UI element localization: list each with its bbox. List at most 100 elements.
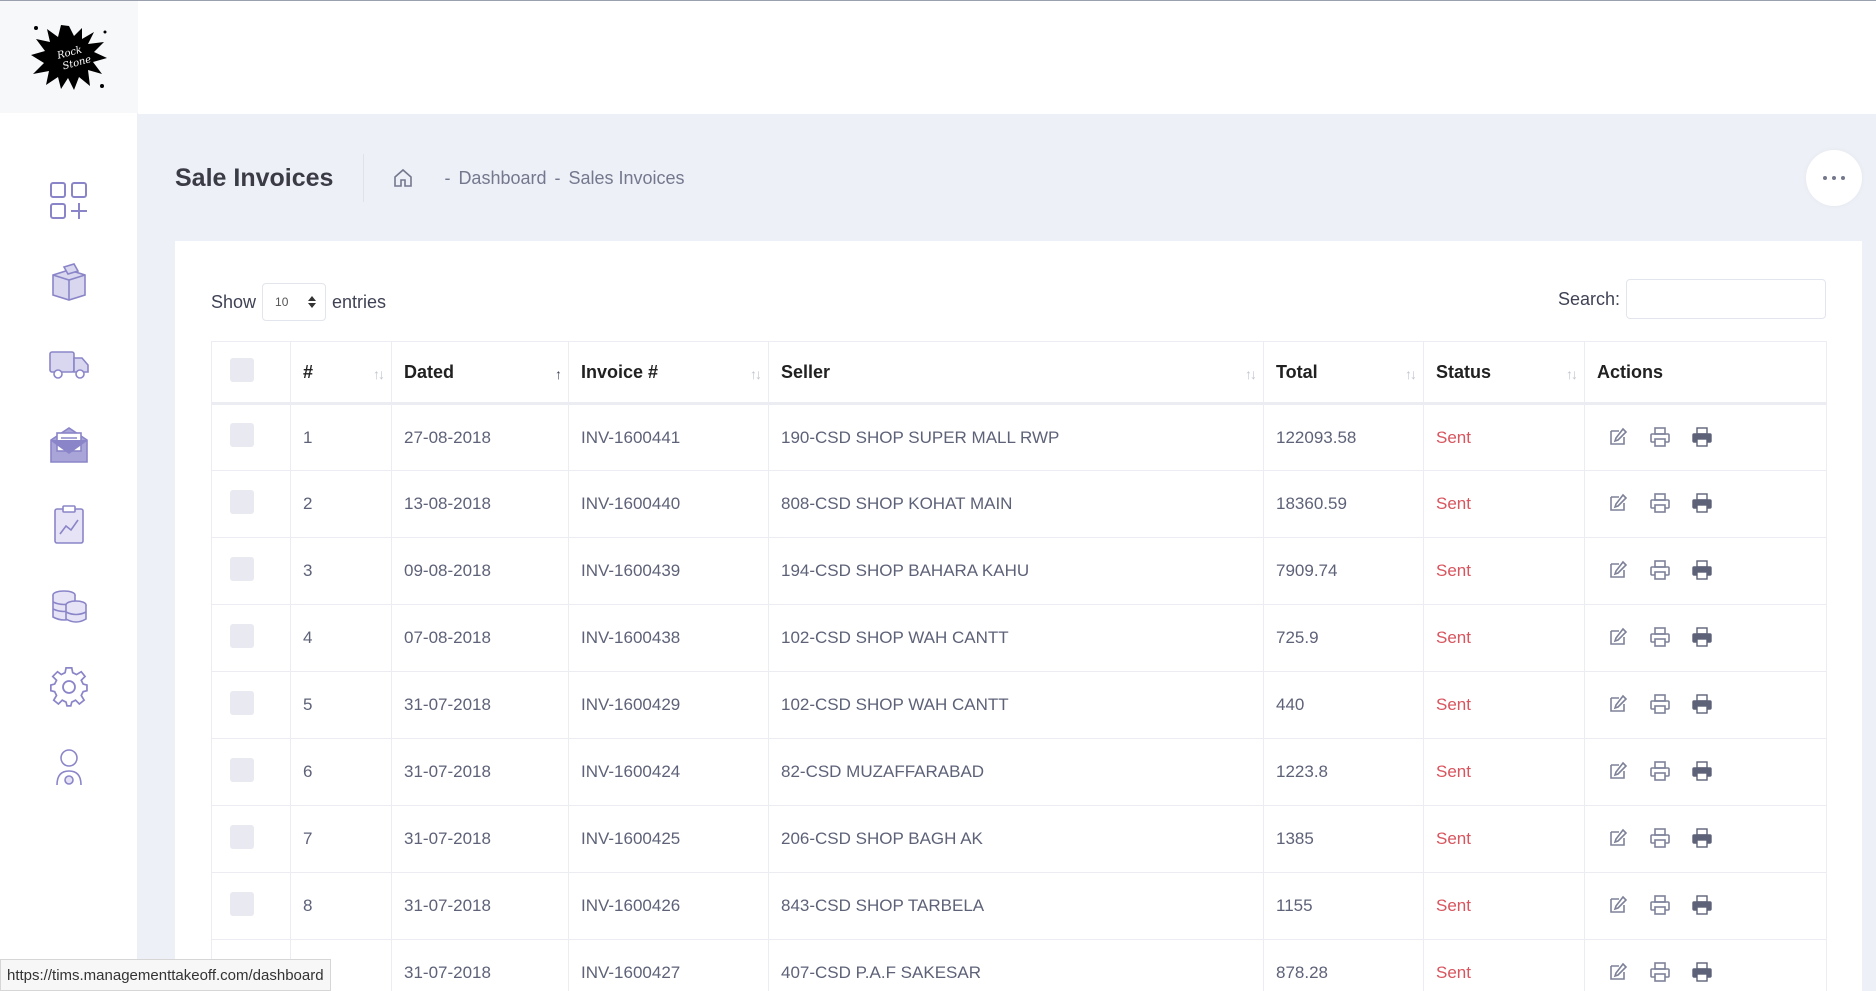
row-invoice-number: INV-1600426	[568, 872, 769, 940]
row-actions	[1585, 739, 1827, 806]
edit-icon[interactable]	[1607, 894, 1631, 918]
column-header-number[interactable]: # ↑↓	[290, 341, 392, 404]
table-row: 2 13-08-2018 INV-1600440 808-CSD SHOP KOHAT…	[211, 470, 1827, 538]
print-icon[interactable]	[1649, 559, 1673, 583]
status-badge: Sent	[1423, 738, 1585, 806]
edit-icon[interactable]	[1607, 492, 1631, 516]
row-checkbox[interactable]	[230, 623, 254, 648]
search-label: Search:	[1557, 288, 1620, 309]
column-header-label: Seller	[781, 361, 831, 382]
print-filled-icon[interactable]	[1691, 559, 1715, 583]
sidebar: Rock Stone	[0, 0, 138, 991]
column-header-status[interactable]: Status ↑↓	[1423, 341, 1585, 404]
row-total: 7909.74	[1263, 537, 1424, 605]
row-invoice-number: INV-1600427	[568, 939, 769, 991]
print-filled-icon[interactable]	[1691, 626, 1715, 650]
sidebar-item-finance[interactable]	[0, 565, 138, 646]
print-filled-icon[interactable]	[1691, 760, 1715, 784]
edit-icon[interactable]	[1607, 426, 1631, 450]
row-seller: 194-CSD SHOP BAHARA KAHU	[768, 537, 1264, 605]
print-icon[interactable]	[1649, 426, 1673, 450]
select-all-checkbox[interactable]	[230, 357, 254, 382]
print-filled-icon[interactable]	[1691, 693, 1715, 717]
row-actions	[1585, 806, 1827, 873]
row-checkbox[interactable]	[230, 891, 254, 916]
row-select-cell	[211, 872, 291, 940]
row-number: 8	[290, 872, 392, 940]
print-filled-icon[interactable]	[1691, 827, 1715, 851]
row-seller: 102-CSD SHOP WAH CANTT	[768, 671, 1264, 739]
sidebar-nav	[0, 160, 138, 808]
table-row: 8 31-07-2018 INV-1600426 843-CSD SHOP TARBE…	[211, 872, 1827, 940]
row-checkbox[interactable]	[230, 757, 254, 782]
row-actions	[1585, 404, 1827, 471]
mail-envelope-icon	[50, 426, 88, 463]
column-header-label: Invoice #	[581, 361, 659, 382]
sidebar-item-messages[interactable]	[0, 403, 138, 484]
column-header-seller[interactable]: Seller ↑↓	[768, 341, 1264, 404]
sidebar-item-products[interactable]	[0, 241, 138, 322]
breadcrumb-dashboard[interactable]: Dashboard	[458, 168, 546, 189]
row-checkbox[interactable]	[230, 489, 254, 514]
row-actions	[1585, 940, 1827, 991]
row-checkbox[interactable]	[230, 556, 254, 581]
row-number: 4	[290, 604, 392, 672]
column-header-label: #	[303, 361, 314, 382]
status-badge: Sent	[1423, 470, 1585, 538]
sidebar-item-reports[interactable]	[0, 484, 138, 565]
row-total: 1155	[1263, 872, 1424, 940]
logo[interactable]: Rock Stone	[0, 0, 138, 113]
print-icon[interactable]	[1649, 693, 1673, 717]
print-filled-icon[interactable]	[1691, 426, 1715, 450]
sort-icon: ↑↓	[1245, 366, 1257, 382]
print-icon[interactable]	[1649, 827, 1673, 851]
print-filled-icon[interactable]	[1691, 894, 1715, 918]
sidebar-item-settings[interactable]	[0, 646, 138, 727]
edit-icon[interactable]	[1607, 559, 1631, 583]
row-checkbox[interactable]	[230, 824, 254, 849]
print-icon[interactable]	[1649, 961, 1673, 985]
divider	[363, 154, 365, 202]
print-icon[interactable]	[1649, 626, 1673, 650]
home-icon[interactable]	[392, 167, 414, 189]
sidebar-item-delivery[interactable]	[0, 322, 138, 403]
edit-icon[interactable]	[1607, 626, 1631, 650]
row-checkbox[interactable]	[230, 690, 254, 715]
print-icon[interactable]	[1649, 760, 1673, 784]
column-header-label: Actions	[1597, 361, 1664, 382]
row-select-cell	[211, 537, 291, 605]
report-clipboard-icon	[54, 504, 84, 544]
row-dated: 31-07-2018	[391, 939, 569, 991]
more-options-button[interactable]	[1806, 150, 1862, 206]
print-icon[interactable]	[1649, 492, 1673, 516]
status-badge: Sent	[1423, 671, 1585, 739]
column-header-actions: Actions	[1585, 342, 1827, 404]
column-header-dated[interactable]: Dated ↑	[391, 341, 569, 404]
column-header-invoice[interactable]: Invoice # ↑↓	[568, 341, 769, 404]
entries-select[interactable]: 10	[262, 283, 327, 321]
print-icon[interactable]	[1649, 894, 1673, 918]
row-select-cell	[211, 470, 291, 538]
edit-icon[interactable]	[1607, 827, 1631, 851]
edit-icon[interactable]	[1607, 760, 1631, 784]
edit-icon[interactable]	[1607, 961, 1631, 985]
breadcrumb: - Dashboard - Sales Invoices	[444, 168, 684, 189]
print-filled-icon[interactable]	[1691, 492, 1715, 516]
row-number: 2	[290, 470, 392, 538]
row-number: 7	[290, 805, 392, 873]
status-badge: Sent	[1423, 872, 1585, 940]
sidebar-item-dashboard[interactable]	[0, 160, 138, 241]
breadcrumb-separator: -	[554, 167, 561, 188]
sidebar-item-user[interactable]	[0, 727, 138, 808]
edit-icon[interactable]	[1607, 693, 1631, 717]
invoices-card: Show 10 entries Search: # ↑↓ Dated ↑ Inv…	[175, 241, 1862, 991]
subheader: Sale Invoices - Dashboard - Sales Invoic…	[175, 150, 1876, 206]
row-select-cell	[211, 738, 291, 806]
row-checkbox[interactable]	[230, 423, 254, 447]
row-seller: 843-CSD SHOP TARBELA	[768, 872, 1264, 940]
column-header-total[interactable]: Total ↑↓	[1263, 341, 1424, 404]
search-input[interactable]	[1626, 279, 1826, 319]
breadcrumb-sales-invoices[interactable]: Sales Invoices	[569, 168, 685, 189]
row-total: 122093.58	[1263, 403, 1424, 471]
print-filled-icon[interactable]	[1691, 961, 1715, 985]
